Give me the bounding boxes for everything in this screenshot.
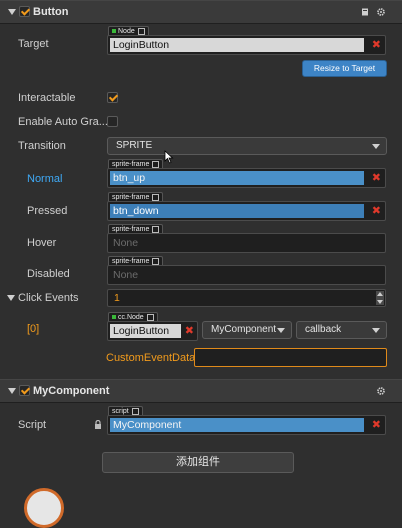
mycomponent-enabled-checkbox[interactable] [19,385,30,396]
event-target-value: LoginButton [110,324,181,338]
hover-sprite-value: None [113,237,139,249]
script-value: MyComponent [110,418,364,432]
collapse-arrow-icon[interactable] [8,9,16,15]
count-stepper[interactable] [376,291,384,305]
transition-label: Transition [18,140,66,152]
section-title: MyComponent [33,385,110,397]
resize-to-target-button[interactable]: Resize to Target [302,60,387,77]
disabled-sprite-field[interactable]: None [107,265,386,285]
mycomponent-section-header[interactable]: MyComponent [0,379,402,403]
clear-icon[interactable]: ✖ [185,325,194,337]
clear-icon[interactable]: ✖ [372,419,381,431]
interactable-label: Interactable [18,92,76,104]
button-enabled-checkbox[interactable] [19,6,30,17]
transition-value: SPRITE [116,140,153,151]
gear-icon[interactable] [377,8,385,16]
help-book-icon[interactable] [361,8,369,16]
chevron-down-icon [277,328,285,333]
pressed-label: Pressed [27,205,68,217]
normal-label: Normal [27,173,63,185]
pressed-sprite-value: btn_down [110,204,364,218]
component-value: MyComponent [211,324,277,335]
gear-icon[interactable] [377,387,385,395]
handler-select[interactable]: callback [296,321,387,339]
normal-sprite-field[interactable]: btn_up ✖ [107,168,386,188]
disabled-label: Disabled [27,268,70,280]
open-link-icon[interactable] [152,225,160,233]
custom-event-data-label: CustomEventData [106,352,196,364]
hover-sprite-field[interactable]: None [107,233,386,253]
collapse-arrow-icon[interactable] [8,388,16,394]
hover-label: Hover [27,237,57,249]
normal-sprite-value: btn_up [110,171,364,185]
click-events-count-input[interactable]: 1 [107,289,386,307]
target-value: LoginButton [110,38,364,52]
lock-icon [95,420,101,429]
mouse-cursor-icon [164,150,174,164]
script-field[interactable]: MyComponent ✖ [107,415,386,435]
component-select[interactable]: MyComponent [202,321,292,339]
target-field[interactable]: LoginButton ✖ [107,35,386,55]
pressed-sprite-field[interactable]: btn_down ✖ [107,201,386,221]
auto-gray-checkbox[interactable] [107,116,118,127]
click-events-count: 1 [114,292,120,304]
open-link-icon[interactable] [131,407,139,415]
auto-gray-label: Enable Auto Gra... [18,116,108,128]
clear-icon[interactable]: ✖ [372,39,381,51]
handler-value: callback [305,324,342,335]
open-link-icon[interactable] [152,160,160,168]
event-target-field[interactable]: LoginButton ✖ [107,321,198,341]
open-link-icon[interactable] [152,257,160,265]
transition-select[interactable]: SPRITE [107,137,387,155]
click-events-label: Click Events [18,292,79,304]
open-link-icon[interactable] [152,193,160,201]
node-type-icon [112,315,116,320]
event-index-label: [0] [27,323,40,335]
open-link-icon[interactable] [137,27,145,35]
add-component-button[interactable]: 添加组件 [102,452,294,473]
disabled-sprite-value: None [113,269,139,281]
custom-event-data-input[interactable] [194,348,387,367]
clear-icon[interactable]: ✖ [372,205,381,217]
button-section-header[interactable]: Button [0,0,402,24]
node-type-icon [112,29,116,34]
avatar [24,488,64,528]
collapse-arrow-icon[interactable] [7,295,15,301]
interactable-checkbox[interactable] [107,92,118,103]
clear-icon[interactable]: ✖ [372,172,381,184]
script-label: Script [18,419,47,431]
chevron-down-icon [372,144,380,149]
section-title: Button [33,6,69,18]
target-label: Target [18,38,49,50]
chevron-down-icon [372,328,380,333]
open-link-icon[interactable] [146,313,154,321]
